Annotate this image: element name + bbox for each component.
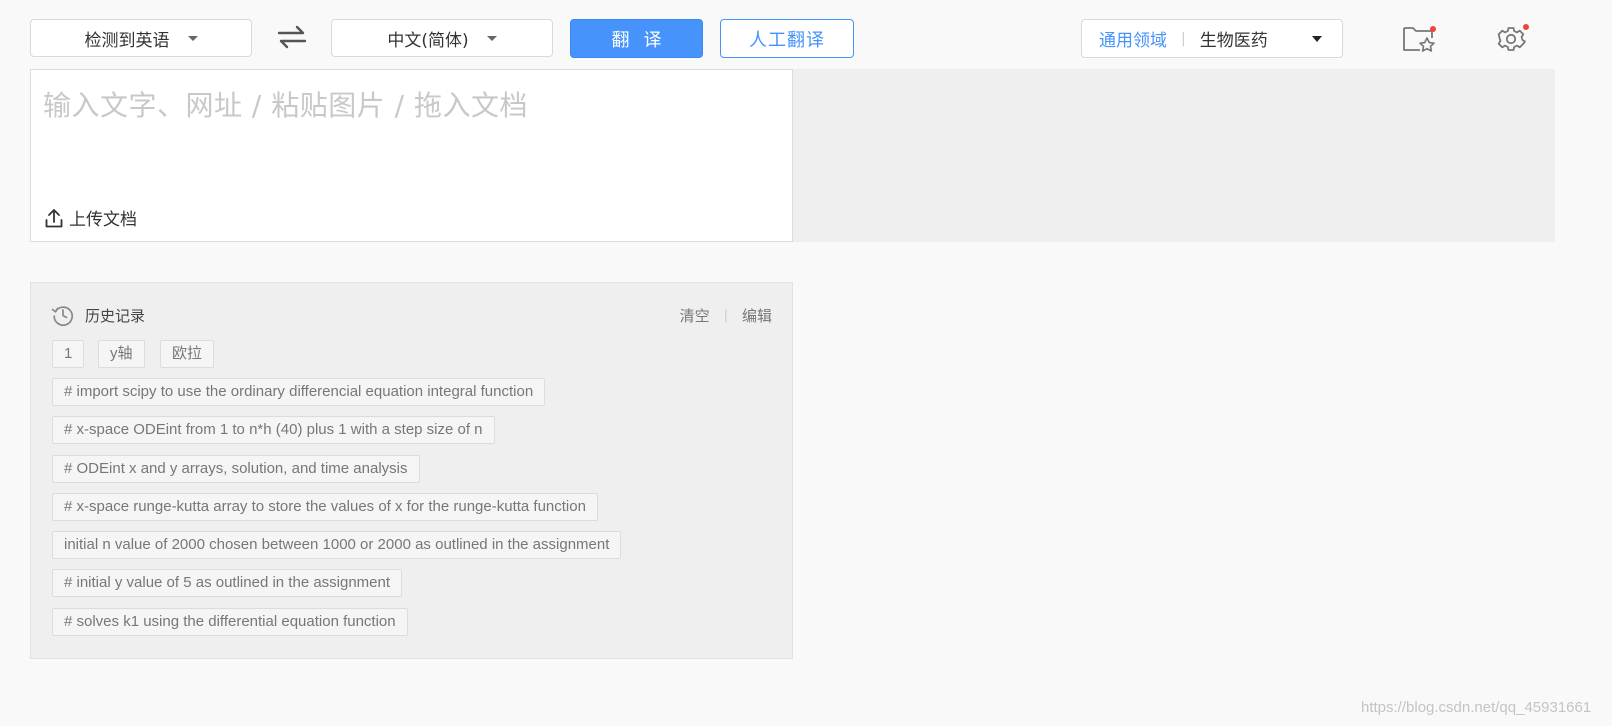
history-panel: 历史记录 清空 | 编辑 1 y轴 欧拉 # import scipy to u… (30, 282, 793, 659)
history-item[interactable]: initial n value of 2000 chosen between 1… (52, 531, 622, 559)
source-language-select[interactable]: 检测到英语 (30, 19, 252, 57)
history-item[interactable]: y轴 (98, 340, 145, 368)
history-header: 历史记录 清空 | 编辑 (51, 303, 772, 327)
history-item[interactable]: # x-space ODEint from 1 to n*h (40) plus… (52, 416, 495, 444)
notification-dot (1523, 24, 1529, 30)
history-clock-icon (51, 306, 73, 326)
history-item[interactable]: # import scipy to use the ordinary diffe… (52, 378, 546, 406)
history-item[interactable]: 欧拉 (160, 340, 215, 368)
swap-languages-icon[interactable] (276, 22, 308, 52)
history-actions: 清空 | 编辑 (680, 305, 772, 326)
upload-icon (45, 208, 63, 227)
favorites-folder-button[interactable] (1402, 22, 1436, 54)
translation-output-area (793, 69, 1555, 242)
domain-divider: | (1181, 30, 1186, 47)
history-item[interactable]: 1 (52, 340, 85, 368)
upload-document-button[interactable]: 上传文档 (45, 205, 137, 230)
translate-button[interactable]: 翻译 (570, 19, 703, 58)
domain-general-option[interactable]: 通用领域 (1099, 26, 1167, 51)
source-text-area[interactable]: 输入文字、网址 / 粘贴图片 / 拖入文档 上传文档 (30, 69, 793, 242)
settings-button[interactable] (1496, 22, 1530, 54)
target-language-select[interactable]: 中文(简体) (331, 19, 553, 57)
target-language-label: 中文(简体) (387, 30, 469, 51)
notification-dot (1430, 26, 1436, 32)
chevron-down-icon (486, 35, 497, 41)
history-item[interactable]: # x-space runge-kutta array to store the… (52, 493, 598, 521)
source-language-label: 检测到英语 (84, 30, 170, 51)
domain-current-option[interactable]: 生物医药 (1200, 26, 1268, 51)
domain-selector[interactable]: 通用领域 | 生物医药 (1081, 19, 1343, 58)
chevron-down-icon (1312, 36, 1322, 42)
history-actions-divider: | (723, 307, 728, 323)
clear-history-button[interactable]: 清空 (680, 305, 710, 326)
human-translate-button[interactable]: 人工翻译 (720, 19, 854, 58)
history-title: 历史记录 (85, 306, 146, 325)
history-item[interactable]: # ODEint x and y arrays, solution, and t… (52, 455, 420, 483)
watermark: https://blog.csdn.net/qq_45931661 (1361, 699, 1592, 716)
history-item[interactable]: # solves k1 using the differential equat… (52, 608, 408, 636)
upload-document-label: 上传文档 (69, 210, 137, 230)
history-item[interactable]: # initial y value of 5 as outlined in th… (52, 569, 403, 597)
chevron-down-icon (187, 35, 198, 41)
input-placeholder: 输入文字、网址 / 粘贴图片 / 拖入文档 (43, 89, 528, 122)
edit-history-button[interactable]: 编辑 (742, 305, 772, 326)
